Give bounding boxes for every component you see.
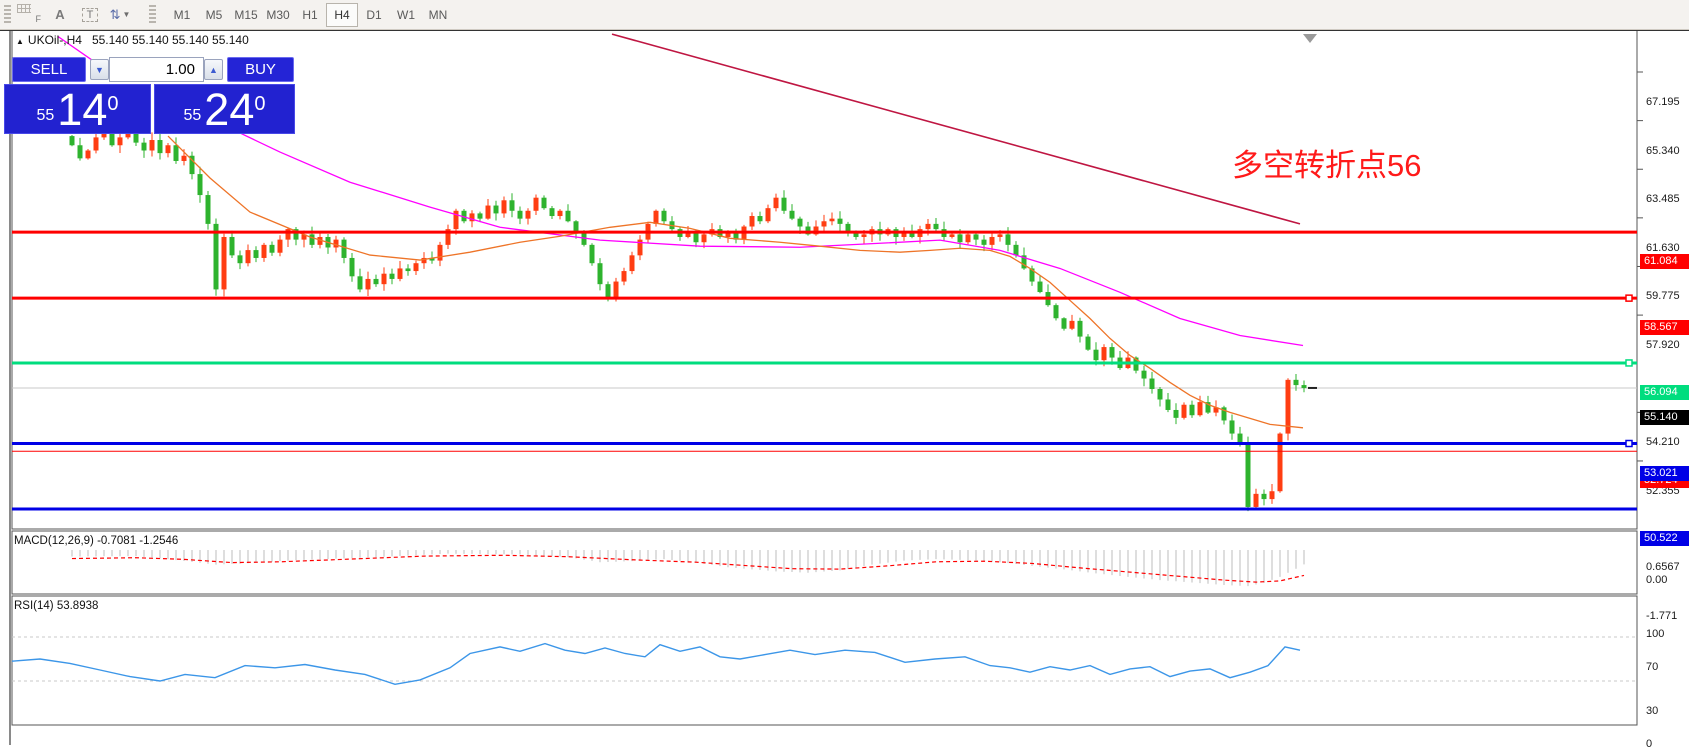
macd-tick: 0.00 — [1646, 574, 1667, 586]
toolbar-grip[interactable] — [149, 5, 156, 25]
sell-button[interactable]: SELL — [12, 57, 86, 82]
ohlc-values: 55.140 55.140 55.140 55.140 — [92, 33, 249, 47]
text-label-icon[interactable]: A — [47, 4, 73, 26]
rsi-tick: 70 — [1646, 661, 1658, 673]
mt4-window: F A T ⇅ ▼ M1M5M15M30H1H4D1W1MN ▲ UKOil-,H… — [0, 0, 1689, 752]
toolbar-grip[interactable] — [4, 5, 11, 25]
volume-input[interactable] — [109, 57, 204, 82]
price-badge: 53.021 — [1640, 466, 1689, 481]
price-badge: 50.522 — [1640, 531, 1689, 546]
price-badge: 58.567 — [1640, 320, 1689, 335]
buy-price-display[interactable]: 55240 — [154, 84, 295, 134]
rsi-label: RSI(14) 53.8938 — [14, 600, 98, 612]
price-badge: 55.140 — [1640, 410, 1689, 425]
volume-up-button[interactable]: ▲ — [204, 59, 223, 80]
price-tick: 65.340 — [1646, 145, 1680, 157]
price-tick: 61.630 — [1646, 242, 1680, 254]
rsi-tick: 100 — [1646, 628, 1664, 640]
macd-tick: -1.771 — [1646, 610, 1677, 622]
price-badge: 61.084 — [1640, 254, 1689, 269]
text-box-icon[interactable]: T — [77, 4, 103, 26]
symbol-name: UKOil-,H4 — [28, 33, 82, 47]
sell-price-display[interactable]: 55140 — [4, 84, 151, 134]
chart-window[interactable]: ▲ UKOil-,H4 55.140 55.140 55.140 55.140 SE… — [0, 30, 1689, 752]
price-tick: 54.210 — [1646, 436, 1680, 448]
chart-title: ▲ UKOil-,H4 55.140 55.140 55.140 55.140 — [16, 33, 249, 47]
price-tick: 59.775 — [1646, 290, 1680, 302]
timeframe-h4[interactable]: H4 — [326, 3, 358, 27]
timeframe-m30[interactable]: M30 — [262, 3, 294, 27]
timeframe-mn[interactable]: MN — [422, 3, 454, 27]
volume-down-button[interactable]: ▼ — [90, 59, 109, 80]
rsi-tick: 0 — [1646, 738, 1652, 750]
chart-canvas[interactable] — [0, 30, 1689, 752]
timeframe-m15[interactable]: M15 — [230, 3, 262, 27]
shapes-icon[interactable]: ⇅ ▼ — [107, 4, 133, 26]
timeframe-w1[interactable]: W1 — [390, 3, 422, 27]
timeframe-m5[interactable]: M5 — [198, 3, 230, 27]
toolbar: F A T ⇅ ▼ M1M5M15M30H1H4D1W1MN — [0, 0, 1689, 30]
timeframe-m1[interactable]: M1 — [166, 3, 198, 27]
timeframe-d1[interactable]: D1 — [358, 3, 390, 27]
template-f-icon[interactable]: F — [17, 4, 43, 26]
price-badge: 56.094 — [1640, 385, 1689, 400]
collapse-icon[interactable]: ▲ — [16, 37, 24, 46]
chart-annotation-text: 多空转折点56 — [1232, 140, 1421, 185]
rsi-tick: 30 — [1646, 705, 1658, 717]
price-tick: 67.195 — [1646, 96, 1680, 108]
chevron-down-icon: ▼ — [122, 10, 130, 19]
price-tick: 57.920 — [1646, 339, 1680, 351]
timeframe-buttons: M1M5M15M30H1H4D1W1MN — [166, 3, 454, 27]
macd-label: MACD(12,26,9) -0.7081 -1.2546 — [14, 535, 178, 547]
price-tick: 63.485 — [1646, 193, 1680, 205]
buy-button[interactable]: BUY — [227, 57, 294, 82]
macd-tick: 0.6567 — [1646, 561, 1680, 573]
timeframe-h1[interactable]: H1 — [294, 3, 326, 27]
